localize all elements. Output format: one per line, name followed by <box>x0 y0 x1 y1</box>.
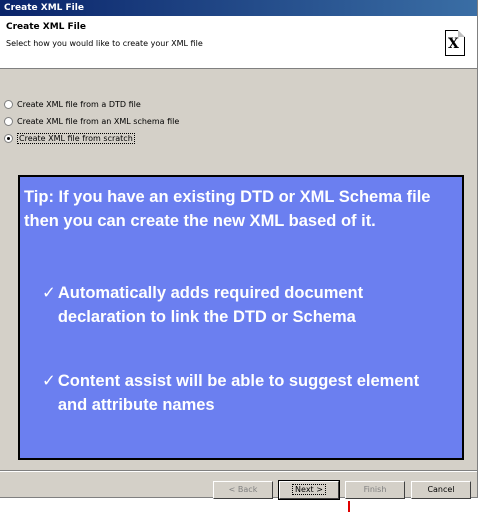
file-fold-corner <box>458 30 465 37</box>
xml-file-icon: X <box>445 30 465 56</box>
wizard-buttons: < Back Next > Finish Cancel <box>213 480 471 500</box>
x-glyph: X <box>448 36 459 52</box>
finish-button[interactable]: Finish <box>345 481 405 499</box>
radio-scratch[interactable] <box>4 133 13 143</box>
tip-bullet-text: Content assist will be able to suggest e… <box>57 372 420 414</box>
radio-dtd[interactable] <box>4 99 13 109</box>
back-button-label: < Back <box>228 485 258 494</box>
option-dtd[interactable]: Create XML file from a DTD file <box>4 97 179 111</box>
pointer-marker <box>348 501 350 512</box>
button-separator <box>0 470 477 472</box>
back-button[interactable]: < Back <box>213 481 273 499</box>
next-button-label: Next > <box>292 484 326 495</box>
tip-callout: Tip: If you have an existing DTD or XML … <box>18 175 464 460</box>
option-dtd-label: Create XML file from a DTD file <box>17 99 141 109</box>
checkmark-icon: ✓ <box>42 284 56 302</box>
wizard-header: Create XML File Select how you would lik… <box>0 16 477 69</box>
tip-text: Tip: If you have an existing DTD or XML … <box>24 188 431 230</box>
tip-bullet-text: Automatically adds required document dec… <box>57 284 364 326</box>
checkmark-icon: ✓ <box>42 372 56 390</box>
option-schema-label: Create XML file from an XML schema file <box>17 116 180 126</box>
option-schema[interactable]: Create XML file from an XML schema file <box>4 114 179 128</box>
finish-button-label: Finish <box>363 485 387 494</box>
next-button[interactable]: Next > <box>278 480 340 500</box>
tip-bullet: ✓ Automatically adds required document d… <box>42 281 442 329</box>
create-xml-dialog: Create XML File Create XML File Select h… <box>0 0 478 500</box>
creation-options: Create XML file from a DTD file Create X… <box>4 97 179 148</box>
tip-bullet: ✓ Content assist will be able to suggest… <box>42 369 442 417</box>
radio-schema[interactable] <box>4 116 13 126</box>
window-title: Create XML File <box>0 0 477 16</box>
cancel-button-label: Cancel <box>427 485 455 494</box>
option-scratch-label: Create XML file from scratch <box>17 132 135 144</box>
option-scratch[interactable]: Create XML file from scratch <box>4 131 179 145</box>
page-title: Create XML File <box>6 22 86 32</box>
cancel-button[interactable]: Cancel <box>411 481 471 499</box>
page-description: Select how you would like to create your… <box>6 39 203 48</box>
